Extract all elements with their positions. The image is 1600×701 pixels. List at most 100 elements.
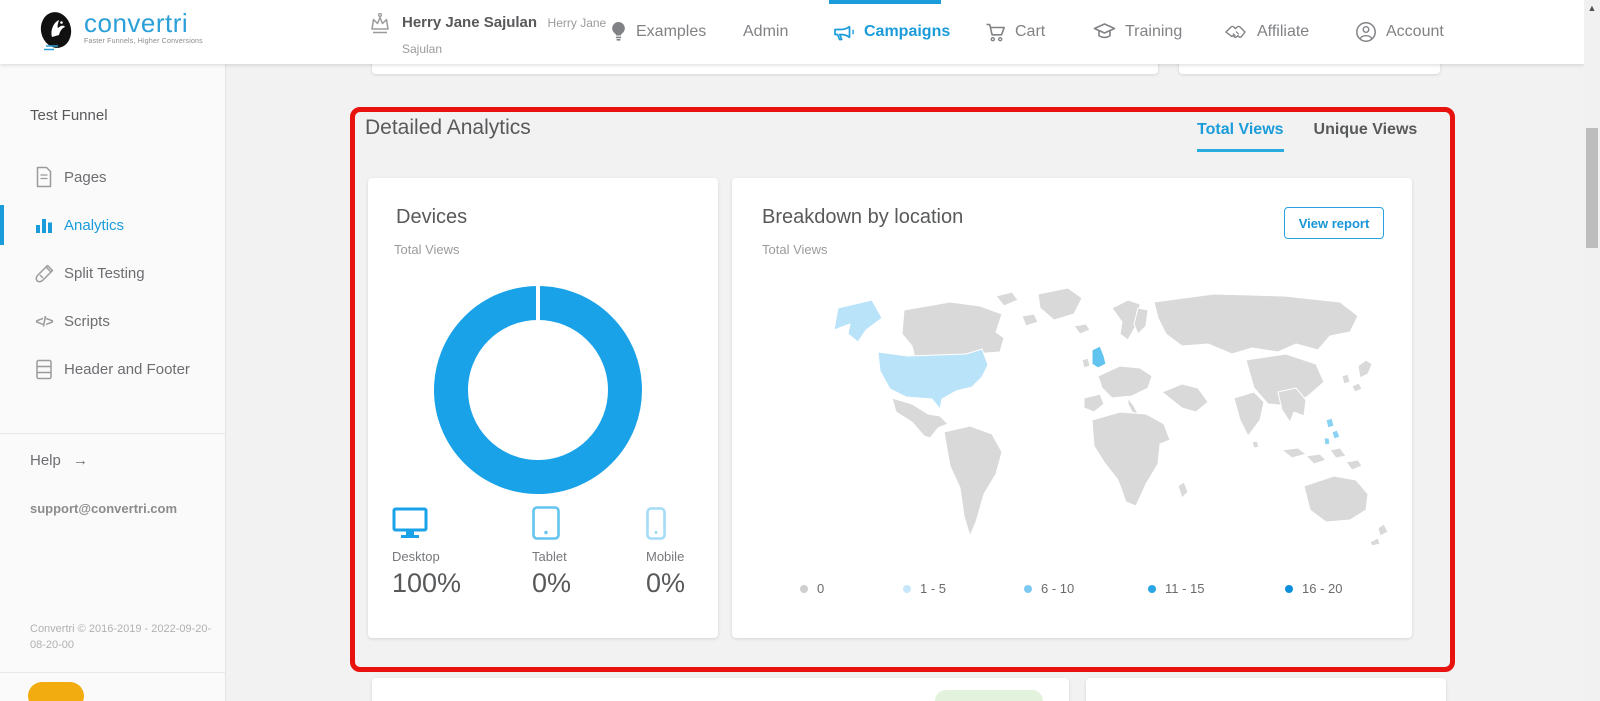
nav-account-label: Account — [1386, 23, 1444, 41]
sidebar-bottom-divider — [0, 672, 226, 673]
copyright-text: Convertri © 2016-2019 - 2022-09-20- 08-2… — [30, 621, 211, 653]
legend-item-16-20: 16 - 20 — [1285, 581, 1342, 596]
nav-cart-label: Cart — [1015, 23, 1045, 41]
chat-widget-button[interactable] — [28, 682, 84, 701]
map-country — [1022, 314, 1038, 326]
nav-cart[interactable]: Cart — [985, 0, 1045, 64]
map-country-alaska — [834, 300, 882, 342]
convertri-logo[interactable]: convertri Faster Funnels, Higher Convers… — [38, 10, 203, 54]
scrollbar-up-arrow[interactable]: ▲ — [1586, 3, 1598, 13]
help-link[interactable]: Help → — [30, 452, 88, 469]
sidebar-item-split-testing[interactable]: Split Testing — [0, 249, 226, 297]
user-menu[interactable]: Herry Jane Sajulan Herry Jane Sajulan — [368, 10, 612, 62]
map-country — [1304, 476, 1368, 522]
map-country — [1346, 460, 1362, 470]
scrollbar-thumb[interactable] — [1586, 128, 1598, 248]
partial-green-element — [935, 690, 1043, 701]
nav-campaigns[interactable]: Campaigns — [833, 0, 950, 64]
map-country — [1154, 294, 1358, 354]
map-country-philippines — [1326, 418, 1334, 428]
device-label: Desktop — [392, 549, 512, 564]
map-country-philippines — [1332, 430, 1340, 439]
sidebar-item-label: Split Testing — [64, 265, 145, 282]
nav-training[interactable]: Training — [1093, 0, 1182, 64]
funnel-title: Test Funnel — [30, 107, 108, 124]
brand-tagline: Faster Funnels, Higher Conversions — [84, 38, 203, 45]
code-icon: </> — [33, 313, 55, 329]
devices-subtitle: Total Views — [394, 242, 460, 257]
legend-dot — [1148, 585, 1156, 593]
legend-item-11-15: 11 - 15 — [1148, 581, 1205, 596]
legend-label: 1 - 5 — [920, 581, 946, 596]
map-country — [1092, 412, 1170, 506]
legend-dot — [1285, 585, 1293, 593]
nav-examples[interactable]: Examples — [610, 0, 706, 64]
megaphone-icon — [833, 22, 855, 42]
header-footer-icon — [33, 359, 55, 380]
legend-item-1-5: 1 - 5 — [903, 581, 946, 596]
legend-dot — [800, 585, 808, 593]
user-name: Herry Jane Sajulan — [402, 14, 537, 31]
sidebar-item-header-and-footer[interactable]: Header and Footer — [0, 345, 226, 393]
document-icon — [33, 166, 55, 188]
device-label: Tablet — [532, 549, 652, 564]
nav-affiliate[interactable]: Affiliate — [1224, 0, 1309, 64]
test-tube-icon — [33, 263, 55, 284]
legend-label: 11 - 15 — [1165, 581, 1205, 596]
nav-account[interactable]: Account — [1355, 0, 1444, 64]
device-stat-desktop: Desktop 100% — [392, 506, 512, 599]
nav-admin[interactable]: Admin — [743, 0, 788, 64]
sidebar-item-label: Scripts — [64, 313, 110, 330]
map-country-uk — [1092, 346, 1106, 368]
map-country — [1252, 441, 1259, 448]
map-country — [1282, 448, 1306, 458]
map-country-philippines — [1324, 438, 1330, 445]
device-value: 100% — [392, 568, 512, 599]
funnel-sidebar: Test Funnel Pages — [0, 64, 226, 701]
rabbit-logo-icon — [38, 10, 76, 54]
nav-campaigns-label: Campaigns — [864, 23, 950, 41]
devices-title: Devices — [396, 206, 467, 229]
top-navbar: convertri Faster Funnels, Higher Convers… — [0, 0, 1584, 64]
graduation-cap-icon — [1093, 22, 1116, 42]
device-value: 0% — [532, 568, 652, 599]
devices-donut-chart — [418, 270, 658, 510]
tab-total-views[interactable]: Total Views — [1197, 121, 1284, 152]
person-circle-icon — [1355, 21, 1377, 43]
tab-unique-views[interactable]: Unique Views — [1314, 121, 1418, 152]
map-country — [1162, 384, 1208, 412]
sidebar-divider — [0, 433, 226, 434]
views-tabs: Total Views Unique Views — [1197, 121, 1417, 152]
sidebar-item-label: Header and Footer — [64, 361, 190, 378]
nav-admin-label: Admin — [743, 23, 788, 41]
partial-card-below-right — [1086, 678, 1446, 701]
sidebar-item-analytics[interactable]: Analytics — [0, 201, 226, 249]
location-title: Breakdown by location — [762, 206, 963, 229]
map-country — [1038, 288, 1082, 320]
help-label: Help — [30, 452, 61, 469]
location-subtitle: Total Views — [762, 242, 828, 257]
nav-affiliate-label: Affiliate — [1257, 23, 1309, 41]
lightbulb-icon — [610, 21, 627, 43]
map-country — [1370, 538, 1380, 546]
page-scrollbar: ▲ — [1584, 0, 1600, 701]
nav-examples-label: Examples — [636, 23, 706, 41]
map-country — [1378, 524, 1388, 536]
map-country — [1352, 383, 1362, 392]
sidebar-item-scripts[interactable]: </> Scripts — [0, 297, 226, 345]
sidebar-item-pages[interactable]: Pages — [0, 153, 226, 201]
map-country — [996, 292, 1018, 306]
world-map-chart[interactable] — [786, 280, 1402, 564]
map-country — [1082, 358, 1090, 368]
map-country — [1098, 366, 1152, 398]
sidebar-item-label: Pages — [64, 169, 107, 186]
support-email: support@convertri.com — [30, 501, 177, 516]
map-country — [1342, 374, 1350, 384]
view-report-button[interactable]: View report — [1284, 207, 1384, 239]
legend-item-6-10: 6 - 10 — [1024, 581, 1074, 596]
tablet-icon — [532, 506, 652, 540]
section-title: Detailed Analytics — [365, 116, 531, 140]
legend-label: 0 — [817, 581, 824, 596]
map-country — [1234, 392, 1264, 436]
nav-training-label: Training — [1125, 23, 1182, 41]
